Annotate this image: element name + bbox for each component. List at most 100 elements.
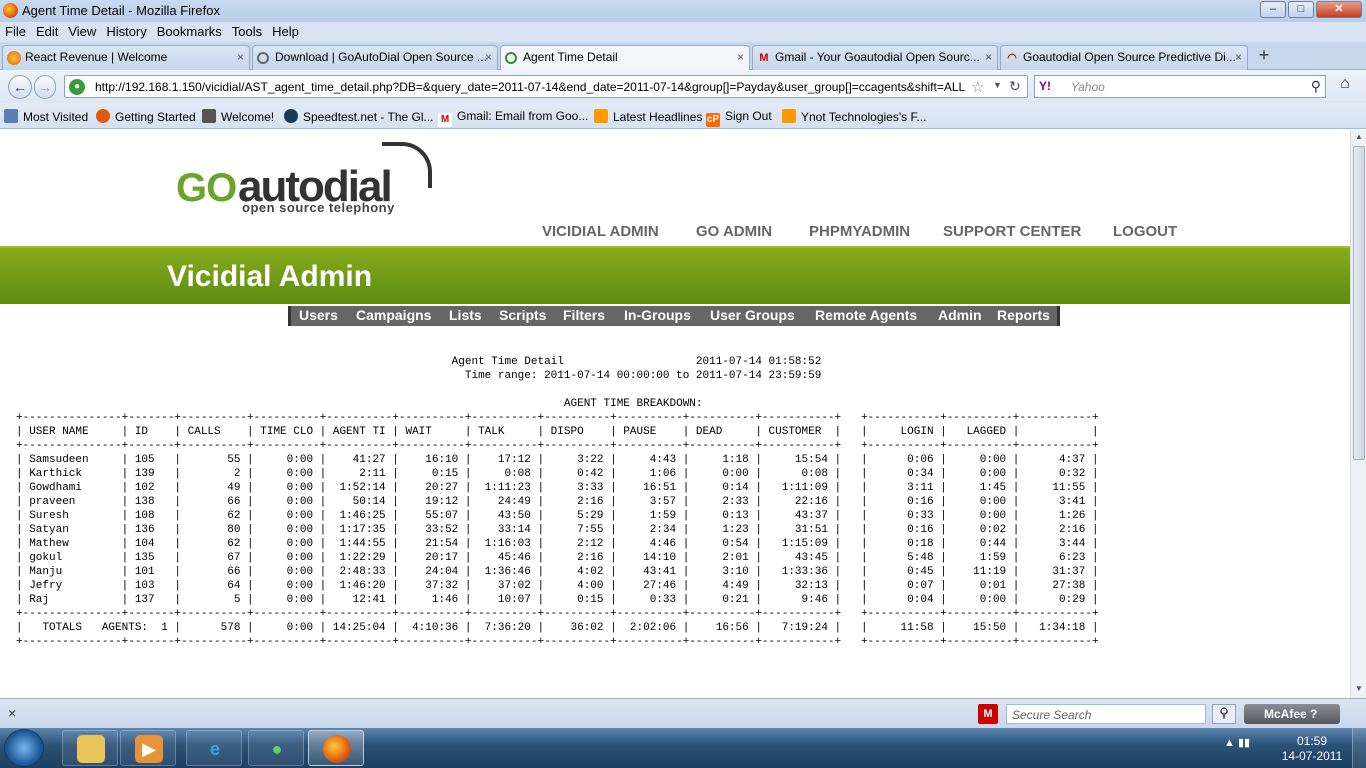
url-dropdown-icon[interactable]: ▼ bbox=[993, 80, 1002, 90]
submenu-lists[interactable]: Lists bbox=[449, 307, 482, 323]
bookmark-latest-headlines[interactable]: Latest Headlines bbox=[594, 109, 702, 124]
status-bar: × M Secure Search ⚲ McAfee ? bbox=[0, 698, 1366, 728]
report-time-range: Time range: 2011-07-14 00:00:00 to 2011-… bbox=[464, 370, 822, 382]
submenu-filters[interactable]: Filters bbox=[563, 307, 605, 323]
nav-go-admin[interactable]: GO ADMIN bbox=[696, 223, 772, 240]
nav-logout[interactable]: LOGOUT bbox=[1113, 223, 1177, 240]
bookmark-sign-out[interactable]: cP Sign Out bbox=[706, 109, 772, 127]
page-content: GO autodial open source telephony VICIDI… bbox=[0, 130, 1350, 698]
mcafee-button[interactable]: McAfee ? bbox=[1244, 704, 1340, 724]
scroll-down-icon[interactable]: ▼ bbox=[1353, 684, 1365, 696]
tray-icons[interactable]: ▲ ▮▮ bbox=[1224, 736, 1250, 749]
url-bar[interactable]: ● http://192.168.1.150/vicidial/AST_agen… bbox=[64, 75, 1028, 98]
bookmark-star-icon[interactable]: ☆ bbox=[971, 78, 984, 96]
table-border: +---------------+-------+----------+----… bbox=[16, 608, 1099, 620]
menu-file[interactable]: File bbox=[0, 22, 31, 39]
table-row: | Gowdhami | 102 | 49 | 0:00 | 1:52:14 |… bbox=[16, 482, 1099, 494]
logo-tagline: open source telephony bbox=[242, 200, 395, 215]
table-header: | USER NAME | ID | CALLS | TIME CLO | AG… bbox=[16, 426, 1099, 438]
messenger-icon: ● bbox=[271, 739, 283, 759]
rss-icon bbox=[782, 109, 796, 123]
taskbar-internet-explorer[interactable]: e bbox=[186, 730, 242, 766]
bookmark-most-visited[interactable]: Most Visited bbox=[4, 109, 88, 124]
tab-close-icon[interactable]: × bbox=[985, 46, 992, 69]
bookmark-welcome[interactable]: Welcome! bbox=[202, 109, 274, 124]
back-button[interactable]: ← bbox=[8, 75, 32, 99]
nav-support-center[interactable]: SUPPORT CENTER bbox=[943, 223, 1081, 240]
menu-bookmarks[interactable]: Bookmarks bbox=[152, 22, 227, 39]
page-title: Vicidial Admin bbox=[167, 260, 373, 293]
submenu-user-groups[interactable]: User Groups bbox=[710, 307, 795, 323]
taskbar-media-player[interactable]: ▶ bbox=[120, 730, 176, 766]
tab-close-icon[interactable]: × bbox=[737, 46, 744, 69]
secure-search-button[interactable]: ⚲ bbox=[1212, 704, 1236, 724]
bookmark-ynot[interactable]: Ynot Technologies's F... bbox=[782, 109, 926, 124]
goautodial-logo[interactable]: GO autodial open source telephony bbox=[170, 140, 440, 222]
rss-icon bbox=[594, 109, 608, 123]
secure-search-input[interactable]: Secure Search bbox=[1006, 704, 1206, 724]
menu-view[interactable]: View bbox=[63, 22, 101, 39]
menu-tools[interactable]: Tools bbox=[227, 22, 267, 39]
close-findbar-icon[interactable]: × bbox=[8, 705, 16, 721]
nav-vicidial-admin[interactable]: VICIDIAL ADMIN bbox=[542, 223, 659, 240]
tab-label: Gmail - Your Goautodial Open Sourc... bbox=[775, 50, 980, 64]
url-text[interactable]: http://192.168.1.150/vicidial/AST_agent_… bbox=[95, 80, 965, 94]
forward-button[interactable]: → bbox=[34, 75, 56, 99]
tab-strip: React Revenue | Welcome × Download | GoA… bbox=[0, 42, 1366, 71]
tab-close-icon[interactable]: × bbox=[485, 46, 492, 69]
submenu-scripts[interactable]: Scripts bbox=[499, 307, 546, 323]
search-icon[interactable]: ⚲ bbox=[1311, 78, 1321, 95]
menu-history[interactable]: History bbox=[101, 22, 151, 39]
bookmark-speedtest[interactable]: Speedtest.net - The Gl... bbox=[284, 109, 434, 124]
tab-close-icon[interactable]: × bbox=[1235, 46, 1242, 69]
mcafee-shield-icon[interactable]: M bbox=[978, 704, 998, 724]
search-bar[interactable]: Y! Yahoo ⚲ bbox=[1034, 75, 1326, 98]
table-row: | gokul | 135 | 67 | 0:00 | 1:22:29 | 20… bbox=[16, 552, 1099, 564]
maximize-button[interactable]: □ bbox=[1288, 1, 1314, 18]
tab-react-revenue[interactable]: React Revenue | Welcome × bbox=[2, 45, 250, 70]
nav-phpmyadmin[interactable]: PHPMYADMIN bbox=[809, 223, 910, 240]
navigation-bar: ← → ● http://192.168.1.150/vicidial/AST_… bbox=[0, 70, 1366, 103]
submenu-remote-agents[interactable]: Remote Agents bbox=[815, 307, 917, 323]
new-tab-button[interactable]: + bbox=[1250, 45, 1278, 67]
report-title: Agent Time Detail 2011-07-14 01:58:52 bbox=[451, 356, 822, 368]
submenu-reports[interactable]: Reports bbox=[997, 307, 1050, 323]
taskbar-explorer[interactable] bbox=[62, 730, 118, 766]
submenu-campaigns[interactable]: Campaigns bbox=[356, 307, 431, 323]
clock[interactable]: 01:59 14-07-2011 bbox=[1280, 734, 1344, 764]
vertical-scrollbar[interactable]: ▲ ▼ bbox=[1350, 130, 1366, 698]
tab-agent-time-detail[interactable]: Agent Time Detail × bbox=[500, 45, 750, 71]
submenu-in-groups[interactable]: In-Groups bbox=[624, 307, 691, 323]
tab-download-goautodial[interactable]: Download | GoAutoDial Open Source ... × bbox=[252, 45, 498, 70]
menu-edit[interactable]: Edit bbox=[31, 22, 63, 39]
totals-row: | TOTALS AGENTS: 1 | 578 | 0:00 | 14:25:… bbox=[16, 622, 1099, 634]
agent-time-report: Agent Time Detail 2011-07-14 01:58:52 Ti… bbox=[16, 355, 1099, 649]
search-placeholder: Yahoo bbox=[1071, 80, 1105, 94]
yahoo-icon[interactable]: Y! bbox=[1039, 79, 1051, 93]
taskbar-firefox[interactable] bbox=[308, 730, 364, 766]
close-button[interactable]: ✕ bbox=[1316, 1, 1362, 18]
tab-goautodial-predictive[interactable]: ◠ Goautodial Open Source Predictive Di..… bbox=[1000, 45, 1248, 70]
window-title: Agent Time Detail - Mozilla Firefox bbox=[22, 3, 220, 18]
site-identity-icon[interactable]: ● bbox=[69, 79, 85, 95]
breakdown-title: AGENT TIME BREAKDOWN: bbox=[563, 398, 703, 410]
tab-close-icon[interactable]: × bbox=[237, 46, 244, 69]
bookmark-gmail[interactable]: M Gmail: Email from Goo... bbox=[438, 109, 588, 127]
help-icon[interactable]: ? bbox=[1310, 707, 1317, 721]
home-icon[interactable]: ⌂ bbox=[1334, 75, 1356, 97]
submenu-admin[interactable]: Admin bbox=[938, 307, 982, 323]
firefox-icon bbox=[7, 51, 21, 65]
admin-submenu: Users Campaigns Lists Scripts Filters In… bbox=[288, 306, 1060, 326]
scrollbar-thumb[interactable] bbox=[1353, 146, 1365, 460]
start-button[interactable] bbox=[4, 729, 44, 767]
submenu-users[interactable]: Users bbox=[299, 307, 338, 323]
menu-help[interactable]: Help bbox=[267, 22, 304, 39]
reload-icon[interactable]: ↻ bbox=[1009, 78, 1021, 95]
tab-gmail[interactable]: M Gmail - Your Goautodial Open Sourc... … bbox=[752, 45, 998, 70]
taskbar-messenger[interactable]: ● bbox=[248, 730, 304, 766]
show-desktop-button[interactable] bbox=[1352, 728, 1366, 768]
bookmark-getting-started[interactable]: Getting Started bbox=[96, 109, 196, 124]
windows-taskbar: ▶ e ● ▲ ▮▮ 01:59 14-07-2011 bbox=[0, 728, 1366, 768]
scroll-up-icon[interactable]: ▲ bbox=[1353, 132, 1365, 144]
minimize-button[interactable]: – bbox=[1260, 1, 1286, 18]
